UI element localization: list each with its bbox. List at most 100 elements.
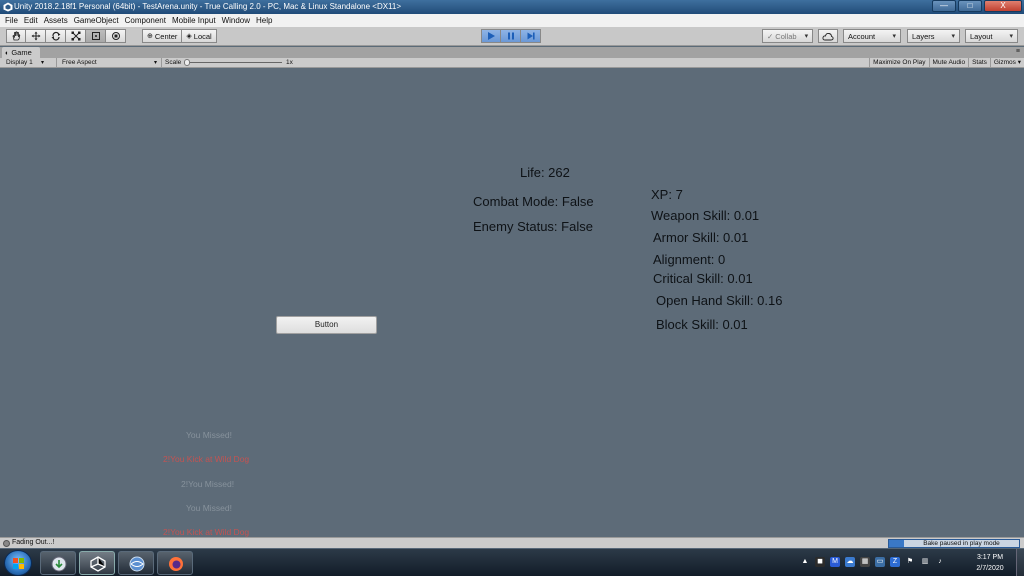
tray-app-icon[interactable]: ◼ bbox=[815, 557, 825, 567]
window-title-bar[interactable]: Unity 2018.2.18f1 Personal (64bit) - Tes… bbox=[0, 0, 1024, 14]
layout-controls: Layout bbox=[965, 29, 1018, 43]
scale-slider-thumb[interactable] bbox=[184, 59, 190, 66]
game-tab-icon: ◐ bbox=[5, 50, 10, 57]
pivot-center-toggle[interactable]: ⊕ Center bbox=[142, 29, 183, 43]
pause-button[interactable] bbox=[501, 29, 521, 43]
life-text: Life: 262 bbox=[520, 165, 570, 180]
local-icon: ◈ bbox=[186, 33, 192, 40]
gizmos-label: Gizmos bbox=[993, 59, 1016, 66]
combat-log-line: 2!You Missed! bbox=[181, 479, 235, 489]
tab-menu-icon[interactable]: ≡ bbox=[1016, 48, 1020, 55]
collab-controls: ✓ Collab bbox=[762, 29, 814, 43]
menu-assets[interactable]: Assets bbox=[43, 16, 73, 25]
game-view-toolbar: Display 1 ▾ Free Aspect ▾ Scale 1x Maxim… bbox=[0, 58, 1024, 68]
unity-icon bbox=[90, 556, 106, 572]
account-dropdown[interactable]: Account bbox=[843, 29, 901, 43]
tray-grid-icon[interactable]: ▦ bbox=[860, 557, 870, 567]
combat-log-line: You Missed! bbox=[186, 503, 232, 513]
pivot-local-toggle[interactable]: ◈ Local bbox=[182, 29, 217, 43]
scale-icon bbox=[71, 31, 80, 41]
gizmos-dropdown[interactable]: Gizmos ▾ bbox=[989, 58, 1024, 68]
check-icon: ✓ bbox=[767, 31, 774, 41]
bake-progress-bar: Bake paused in play mode bbox=[888, 539, 1020, 548]
layout-label: Layout bbox=[970, 31, 993, 41]
start-button[interactable] bbox=[4, 550, 32, 576]
menu-gameobject[interactable]: GameObject bbox=[73, 16, 124, 25]
alignment-text: Alignment: 0 bbox=[653, 252, 726, 267]
taskbar-item-unity[interactable] bbox=[79, 551, 115, 575]
combat-log-line: 2!You Kick at Wild Dog bbox=[163, 527, 250, 537]
clock-time: 3:17 PM bbox=[976, 554, 1004, 561]
tray-z-icon[interactable]: Z bbox=[890, 557, 900, 567]
scale-tool-button[interactable] bbox=[66, 29, 86, 43]
status-message[interactable]: Fading Out...! bbox=[12, 539, 54, 546]
tray-m-icon[interactable]: M bbox=[830, 557, 840, 567]
tab-game[interactable]: ◐ Game bbox=[2, 47, 40, 58]
step-button[interactable] bbox=[521, 29, 541, 43]
taskbar-item-app[interactable] bbox=[118, 551, 154, 575]
move-tool-button[interactable] bbox=[26, 29, 46, 43]
cloud-controls bbox=[818, 29, 838, 43]
menu-bar: File Edit Assets GameObject Component Mo… bbox=[0, 14, 1024, 27]
stats-toggle[interactable]: Stats bbox=[968, 58, 990, 68]
combat-log-line: You Missed! bbox=[186, 430, 232, 440]
collab-label: Collab bbox=[775, 31, 797, 41]
menu-edit[interactable]: Edit bbox=[23, 16, 43, 25]
tab-strip: ◐ Game ≡ bbox=[0, 47, 1024, 58]
hand-tool-button[interactable] bbox=[6, 29, 26, 43]
globe-app-icon bbox=[129, 556, 145, 572]
collab-dropdown[interactable]: ✓ Collab bbox=[762, 29, 814, 43]
hand-icon bbox=[12, 31, 21, 41]
play-button[interactable] bbox=[481, 29, 501, 43]
minimize-button[interactable]: — bbox=[932, 0, 956, 12]
info-icon bbox=[3, 540, 10, 547]
game-ui-button[interactable]: Button bbox=[276, 316, 377, 334]
tray-monitor-icon[interactable]: ▭ bbox=[875, 557, 885, 567]
account-controls: Account bbox=[843, 29, 901, 43]
close-button[interactable]: X bbox=[984, 0, 1022, 12]
rect-tool-button[interactable] bbox=[86, 29, 106, 43]
pivot-center-label: Center bbox=[154, 31, 178, 41]
layout-dropdown[interactable]: Layout bbox=[965, 29, 1018, 43]
download-app-icon bbox=[51, 556, 67, 572]
combat-mode-text: Combat Mode: False bbox=[473, 194, 594, 209]
display-dropdown[interactable]: Display 1 bbox=[6, 58, 33, 68]
move-arrows-icon bbox=[31, 31, 40, 41]
tray-volume-icon[interactable]: ♪ bbox=[935, 557, 945, 567]
status-bar: Fading Out...! Bake paused in play mode bbox=[0, 537, 1024, 548]
tray-network-icon[interactable]: ▥ bbox=[920, 557, 930, 567]
system-tray: ▲ ◼ M ☁ ▦ ▭ Z ⚑ ▥ ♪ bbox=[800, 557, 945, 567]
clock-date: 2/7/2020 bbox=[976, 565, 1004, 572]
menu-window[interactable]: Window bbox=[221, 16, 255, 25]
main-toolbar: ⊕ Center ◈ Local ✓ Collab Account bbox=[0, 27, 1024, 46]
tray-flag-icon[interactable]: ⚑ bbox=[905, 557, 915, 567]
tray-cloud-icon[interactable]: ☁ bbox=[845, 557, 855, 567]
taskbar-item-firefox[interactable] bbox=[157, 551, 193, 575]
maximize-on-play-toggle[interactable]: Maximize On Play bbox=[869, 58, 928, 68]
mute-audio-toggle[interactable]: Mute Audio bbox=[928, 58, 969, 68]
windows-taskbar: ▲ ◼ M ☁ ▦ ▭ Z ⚑ ▥ ♪ 3:17 PM 2/7/2020 bbox=[0, 548, 1024, 576]
pivot-icon: ⊕ bbox=[147, 33, 153, 40]
show-desktop-button[interactable] bbox=[1016, 549, 1024, 576]
cloud-button[interactable] bbox=[818, 29, 838, 43]
menu-file[interactable]: File bbox=[4, 16, 23, 25]
menu-mobile-input[interactable]: Mobile Input bbox=[171, 16, 221, 25]
layers-controls: Layers bbox=[907, 29, 960, 43]
transform-tool-button[interactable] bbox=[106, 29, 126, 43]
menu-help[interactable]: Help bbox=[255, 16, 277, 25]
aspect-dropdown[interactable]: Free Aspect bbox=[62, 58, 97, 68]
taskbar-item-downloader[interactable] bbox=[40, 551, 76, 575]
armor-skill-text: Armor Skill: 0.01 bbox=[653, 230, 749, 245]
game-view[interactable]: Life: 262 Combat Mode: False Enemy Statu… bbox=[0, 69, 1024, 537]
layers-dropdown[interactable]: Layers bbox=[907, 29, 960, 43]
scale-slider-track[interactable] bbox=[186, 62, 282, 63]
taskbar-clock[interactable]: 3:17 PM 2/7/2020 bbox=[970, 552, 1010, 574]
rect-transform-icon bbox=[91, 32, 100, 40]
maximize-button[interactable]: □ bbox=[958, 0, 982, 12]
tray-chevron-icon[interactable]: ▲ bbox=[800, 557, 810, 567]
xp-text: XP: 7 bbox=[651, 187, 683, 202]
rotate-tool-button[interactable] bbox=[46, 29, 66, 43]
play-icon bbox=[488, 32, 495, 40]
play-controls bbox=[481, 29, 541, 43]
menu-component[interactable]: Component bbox=[124, 16, 171, 25]
